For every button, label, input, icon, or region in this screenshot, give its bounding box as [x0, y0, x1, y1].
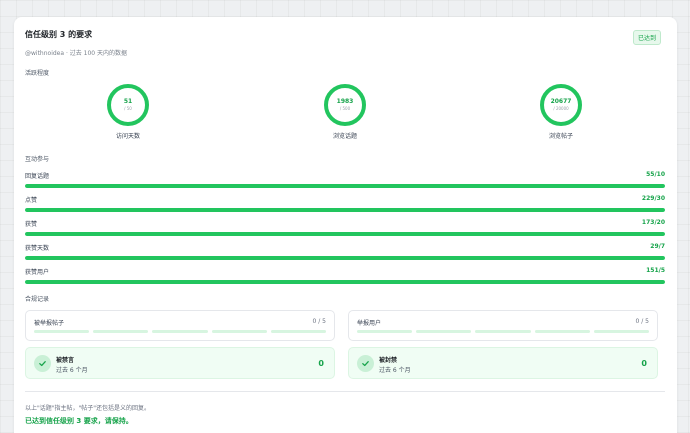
- penalty-period: 过去 6 个月: [379, 367, 411, 374]
- status-message: 已达到信任级别 3 要求，请保持。: [25, 417, 133, 425]
- box-count: 0 / 5: [312, 318, 326, 325]
- penalty-value: 0: [641, 359, 647, 368]
- section-interaction-label: 互动参与: [25, 156, 50, 163]
- bar-label: 回复话题: [25, 173, 50, 180]
- status-badge: 已达到: [632, 30, 661, 45]
- ring-label: 浏览帖子: [548, 133, 573, 140]
- page-subtitle: @withnoidea · 过去 100 天内的数据: [25, 50, 128, 57]
- ring-label: 访问天数: [115, 133, 140, 140]
- bar-likes-given: 点赞 229/30: [25, 195, 665, 212]
- bar-fill: [25, 256, 665, 260]
- bar-fill: [25, 232, 665, 236]
- bar-value: 173/20: [641, 219, 665, 226]
- section-activity-label: 活跃程度: [25, 70, 50, 77]
- reported-users-box: 举报用户 0 / 5: [348, 310, 658, 341]
- silenced-box: 被禁言 过去 6 个月 0: [25, 347, 335, 379]
- bar-replies: 回复话题 55/10: [25, 171, 665, 188]
- bar-value: 229/30: [641, 195, 665, 202]
- penalty-value: 0: [318, 359, 324, 368]
- ring-posts-viewed: 20677 / 20000 浏览帖子: [531, 84, 591, 140]
- bar-liked-days: 获赞天数 29/7: [25, 243, 665, 260]
- progress-ring: 51 / 50: [107, 84, 149, 126]
- ring-value: 20677: [550, 98, 572, 105]
- bar-value: 29/7: [650, 243, 665, 250]
- penalty-label: 被禁言: [56, 357, 75, 364]
- ring-target: / 20000: [553, 106, 569, 111]
- ring-visit-days: 51 / 50 访问天数: [98, 84, 158, 140]
- penalty-label: 被封禁: [379, 357, 398, 364]
- bar-likes-received: 获赞 173/20: [25, 219, 665, 236]
- check-icon: [357, 355, 374, 372]
- segment-meter: [357, 330, 650, 333]
- bar-fill: [25, 208, 665, 212]
- bar-track: [25, 184, 665, 188]
- bar-label: 获赞天数: [25, 245, 50, 252]
- bar-track: [25, 208, 665, 212]
- ring-label: 浏览话题: [332, 133, 357, 140]
- ring-target: / 500: [339, 106, 351, 111]
- bar-liked-users: 获赞用户 151/5: [25, 267, 665, 284]
- section-compliance-label: 合规记录: [25, 296, 50, 303]
- bar-label: 获赞: [25, 221, 38, 228]
- bar-track: [25, 232, 665, 236]
- bar-fill: [25, 280, 665, 284]
- bar-track: [25, 280, 665, 284]
- ring-topics-viewed: 1983 / 500 浏览话题: [315, 84, 375, 140]
- reported-posts-box: 被举报帖子 0 / 5: [25, 310, 335, 341]
- penalty-period: 过去 6 个月: [56, 367, 88, 374]
- segment-meter: [34, 330, 327, 333]
- page-title: 信任级别 3 的要求: [25, 30, 93, 39]
- ring-value: 51: [123, 98, 133, 105]
- box-label: 被举报帖子: [34, 320, 65, 327]
- box-count: 0 / 5: [635, 318, 649, 325]
- bar-value: 151/5: [646, 267, 665, 274]
- bar-value: 55/10: [646, 171, 665, 178]
- suspended-box: 被封禁 过去 6 个月 0: [348, 347, 658, 379]
- trust-level-card: 信任级别 3 的要求 已达到 @withnoidea · 过去 100 天内的数…: [14, 17, 677, 433]
- divider: [25, 391, 665, 392]
- progress-ring: 20677 / 20000: [540, 84, 582, 126]
- bar-fill: [25, 184, 665, 188]
- bar-label: 获赞用户: [25, 269, 50, 276]
- ring-value: 1983: [336, 98, 354, 105]
- bar-label: 点赞: [25, 197, 38, 204]
- box-label: 举报用户: [357, 320, 382, 327]
- ring-target: / 50: [124, 106, 132, 111]
- bar-track: [25, 256, 665, 260]
- footnote: 以上"话题"指主帖，"帖子"还包括是义的回复。: [25, 405, 151, 412]
- progress-ring: 1983 / 500: [324, 84, 366, 126]
- check-icon: [34, 355, 51, 372]
